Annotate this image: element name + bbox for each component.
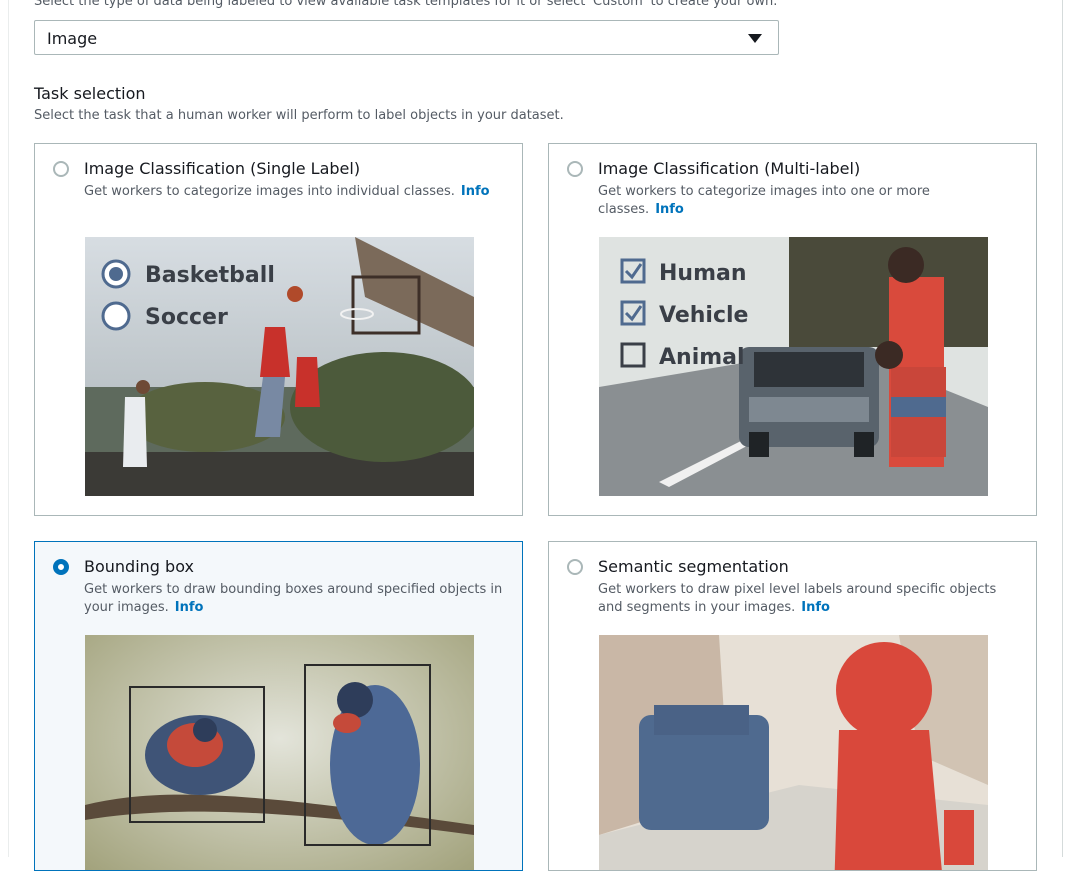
radio-image-classification-multi[interactable] [567, 161, 583, 177]
street-thumbnail: Human Vehicle Animal [599, 237, 988, 496]
thumb-option-basketball: Basketball [145, 263, 275, 288]
panel-right-border [1062, 0, 1063, 857]
data-type-select-value: Image [47, 29, 98, 48]
radio-bounding-box[interactable] [53, 559, 69, 575]
card-title: Image Classification (Multi-label) [598, 159, 861, 178]
task-card-bounding-box[interactable]: Bounding box Get workers to draw boundin… [34, 541, 523, 871]
panel-left-border [8, 0, 9, 857]
radio-image-classification-single[interactable] [53, 161, 69, 177]
card-description: Get workers to categorize images into in… [84, 184, 490, 199]
basketball-thumbnail: Basketball Soccer [85, 237, 474, 496]
thumb-option-soccer: Soccer [145, 305, 228, 330]
info-link[interactable]: Info [801, 600, 830, 615]
thumb-option-human: Human [659, 261, 747, 286]
task-card-semantic-segmentation[interactable]: Semantic segmentation Get workers to dra… [548, 541, 1037, 871]
task-card-image-classification-single[interactable]: Image Classification (Single Label) Get … [34, 143, 523, 516]
task-selection-description: Select the task that a human worker will… [34, 108, 564, 123]
card-title: Semantic segmentation [598, 557, 789, 576]
data-type-description: Select the type of data being labeled to… [34, 0, 778, 9]
thumb-option-animal: Animal [659, 345, 745, 370]
data-type-select[interactable]: Image [34, 20, 779, 55]
card-description: Get workers to draw bounding boxes aroun… [84, 582, 503, 615]
caret-down-icon [748, 34, 762, 43]
thumb-option-vehicle: Vehicle [659, 303, 748, 328]
task-card-image-classification-multi[interactable]: Image Classification (Multi-label) Get w… [548, 143, 1037, 516]
card-description: Get workers to draw pixel level labels a… [598, 582, 997, 615]
info-link[interactable]: Info [461, 184, 490, 199]
card-title: Bounding box [84, 557, 194, 576]
radio-semantic-segmentation[interactable] [567, 559, 583, 575]
task-selection-title: Task selection [34, 84, 146, 103]
card-description: Get workers to categorize images into on… [598, 184, 930, 217]
segmentation-thumbnail [599, 635, 988, 870]
info-link[interactable]: Info [655, 202, 684, 217]
card-title: Image Classification (Single Label) [84, 159, 361, 178]
birds-thumbnail [85, 635, 474, 870]
info-link[interactable]: Info [175, 600, 204, 615]
